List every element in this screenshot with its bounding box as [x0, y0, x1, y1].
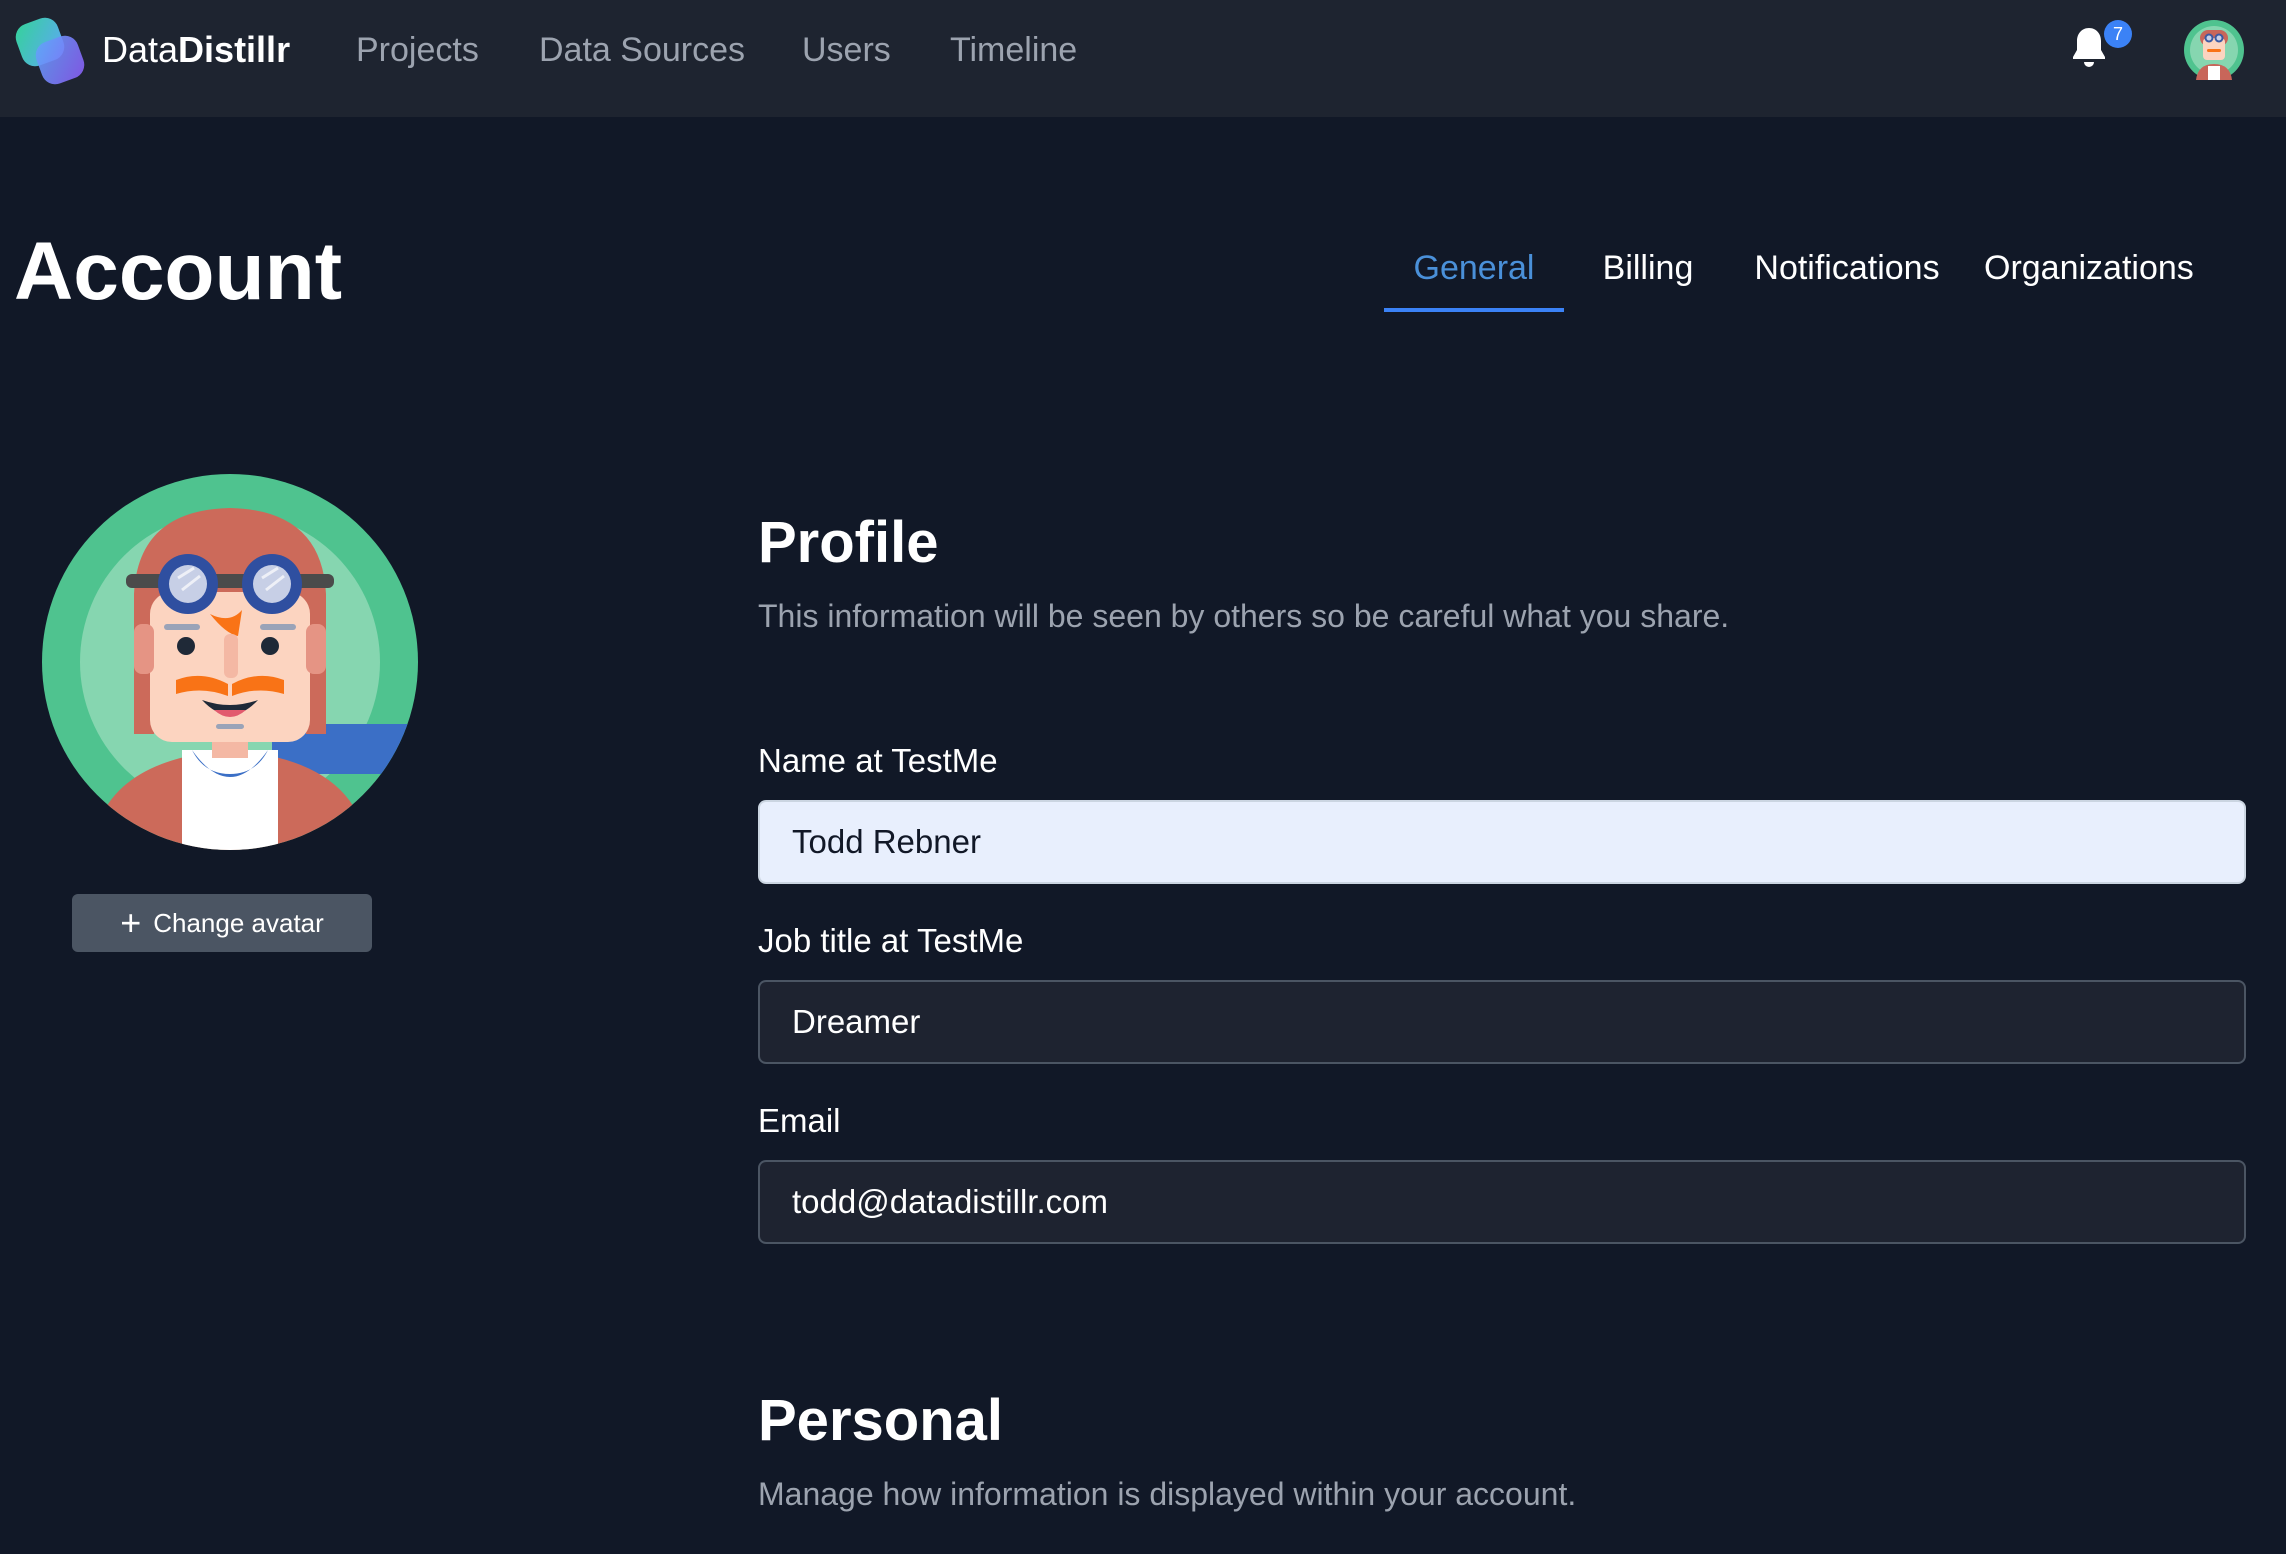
tab-notifications[interactable]: Notifications — [1748, 240, 1946, 312]
name-field-label: Name at TestMe — [758, 742, 998, 779]
brand-name[interactable]: DataDistillr — [102, 28, 290, 72]
tab-organizations[interactable]: Organizations — [1984, 240, 2194, 312]
notification-count-badge: 7 — [2104, 20, 2132, 48]
tab-billing[interactable]: Billing — [1592, 240, 1704, 312]
plus-icon: + — [120, 902, 142, 943]
nav-item-timeline[interactable]: Timeline — [950, 28, 1077, 72]
tab-general[interactable]: General — [1384, 240, 1564, 312]
brand-name-bold: Distillr — [178, 29, 291, 70]
datadistillr-logo-icon[interactable] — [14, 14, 88, 86]
nav-item-data-sources[interactable]: Data Sources — [539, 28, 745, 72]
profile-section-description: This information will be seen by others … — [758, 598, 1730, 634]
brand-name-light: Data — [102, 29, 179, 70]
personal-section-title: Personal — [758, 1388, 1003, 1453]
change-avatar-button[interactable]: + Change avatar — [72, 894, 372, 952]
name-input[interactable] — [758, 800, 2246, 884]
personal-section-description: Manage how information is displayed with… — [758, 1476, 1577, 1512]
email-input[interactable] — [758, 1160, 2246, 1244]
top-navigation-bar: DataDistillr Projects Data Sources Users… — [0, 0, 2286, 117]
nav-item-projects[interactable]: Projects — [356, 28, 479, 72]
user-avatar[interactable] — [2184, 20, 2244, 80]
profile-section-title: Profile — [758, 510, 939, 575]
page-title: Account — [14, 226, 342, 317]
email-field-label: Email — [758, 1102, 841, 1139]
profile-avatar-image — [42, 474, 418, 850]
nav-item-users[interactable]: Users — [802, 28, 891, 72]
job-title-field-label: Job title at TestMe — [758, 922, 1024, 959]
change-avatar-label: Change avatar — [153, 907, 324, 938]
job-title-input[interactable] — [758, 980, 2246, 1064]
